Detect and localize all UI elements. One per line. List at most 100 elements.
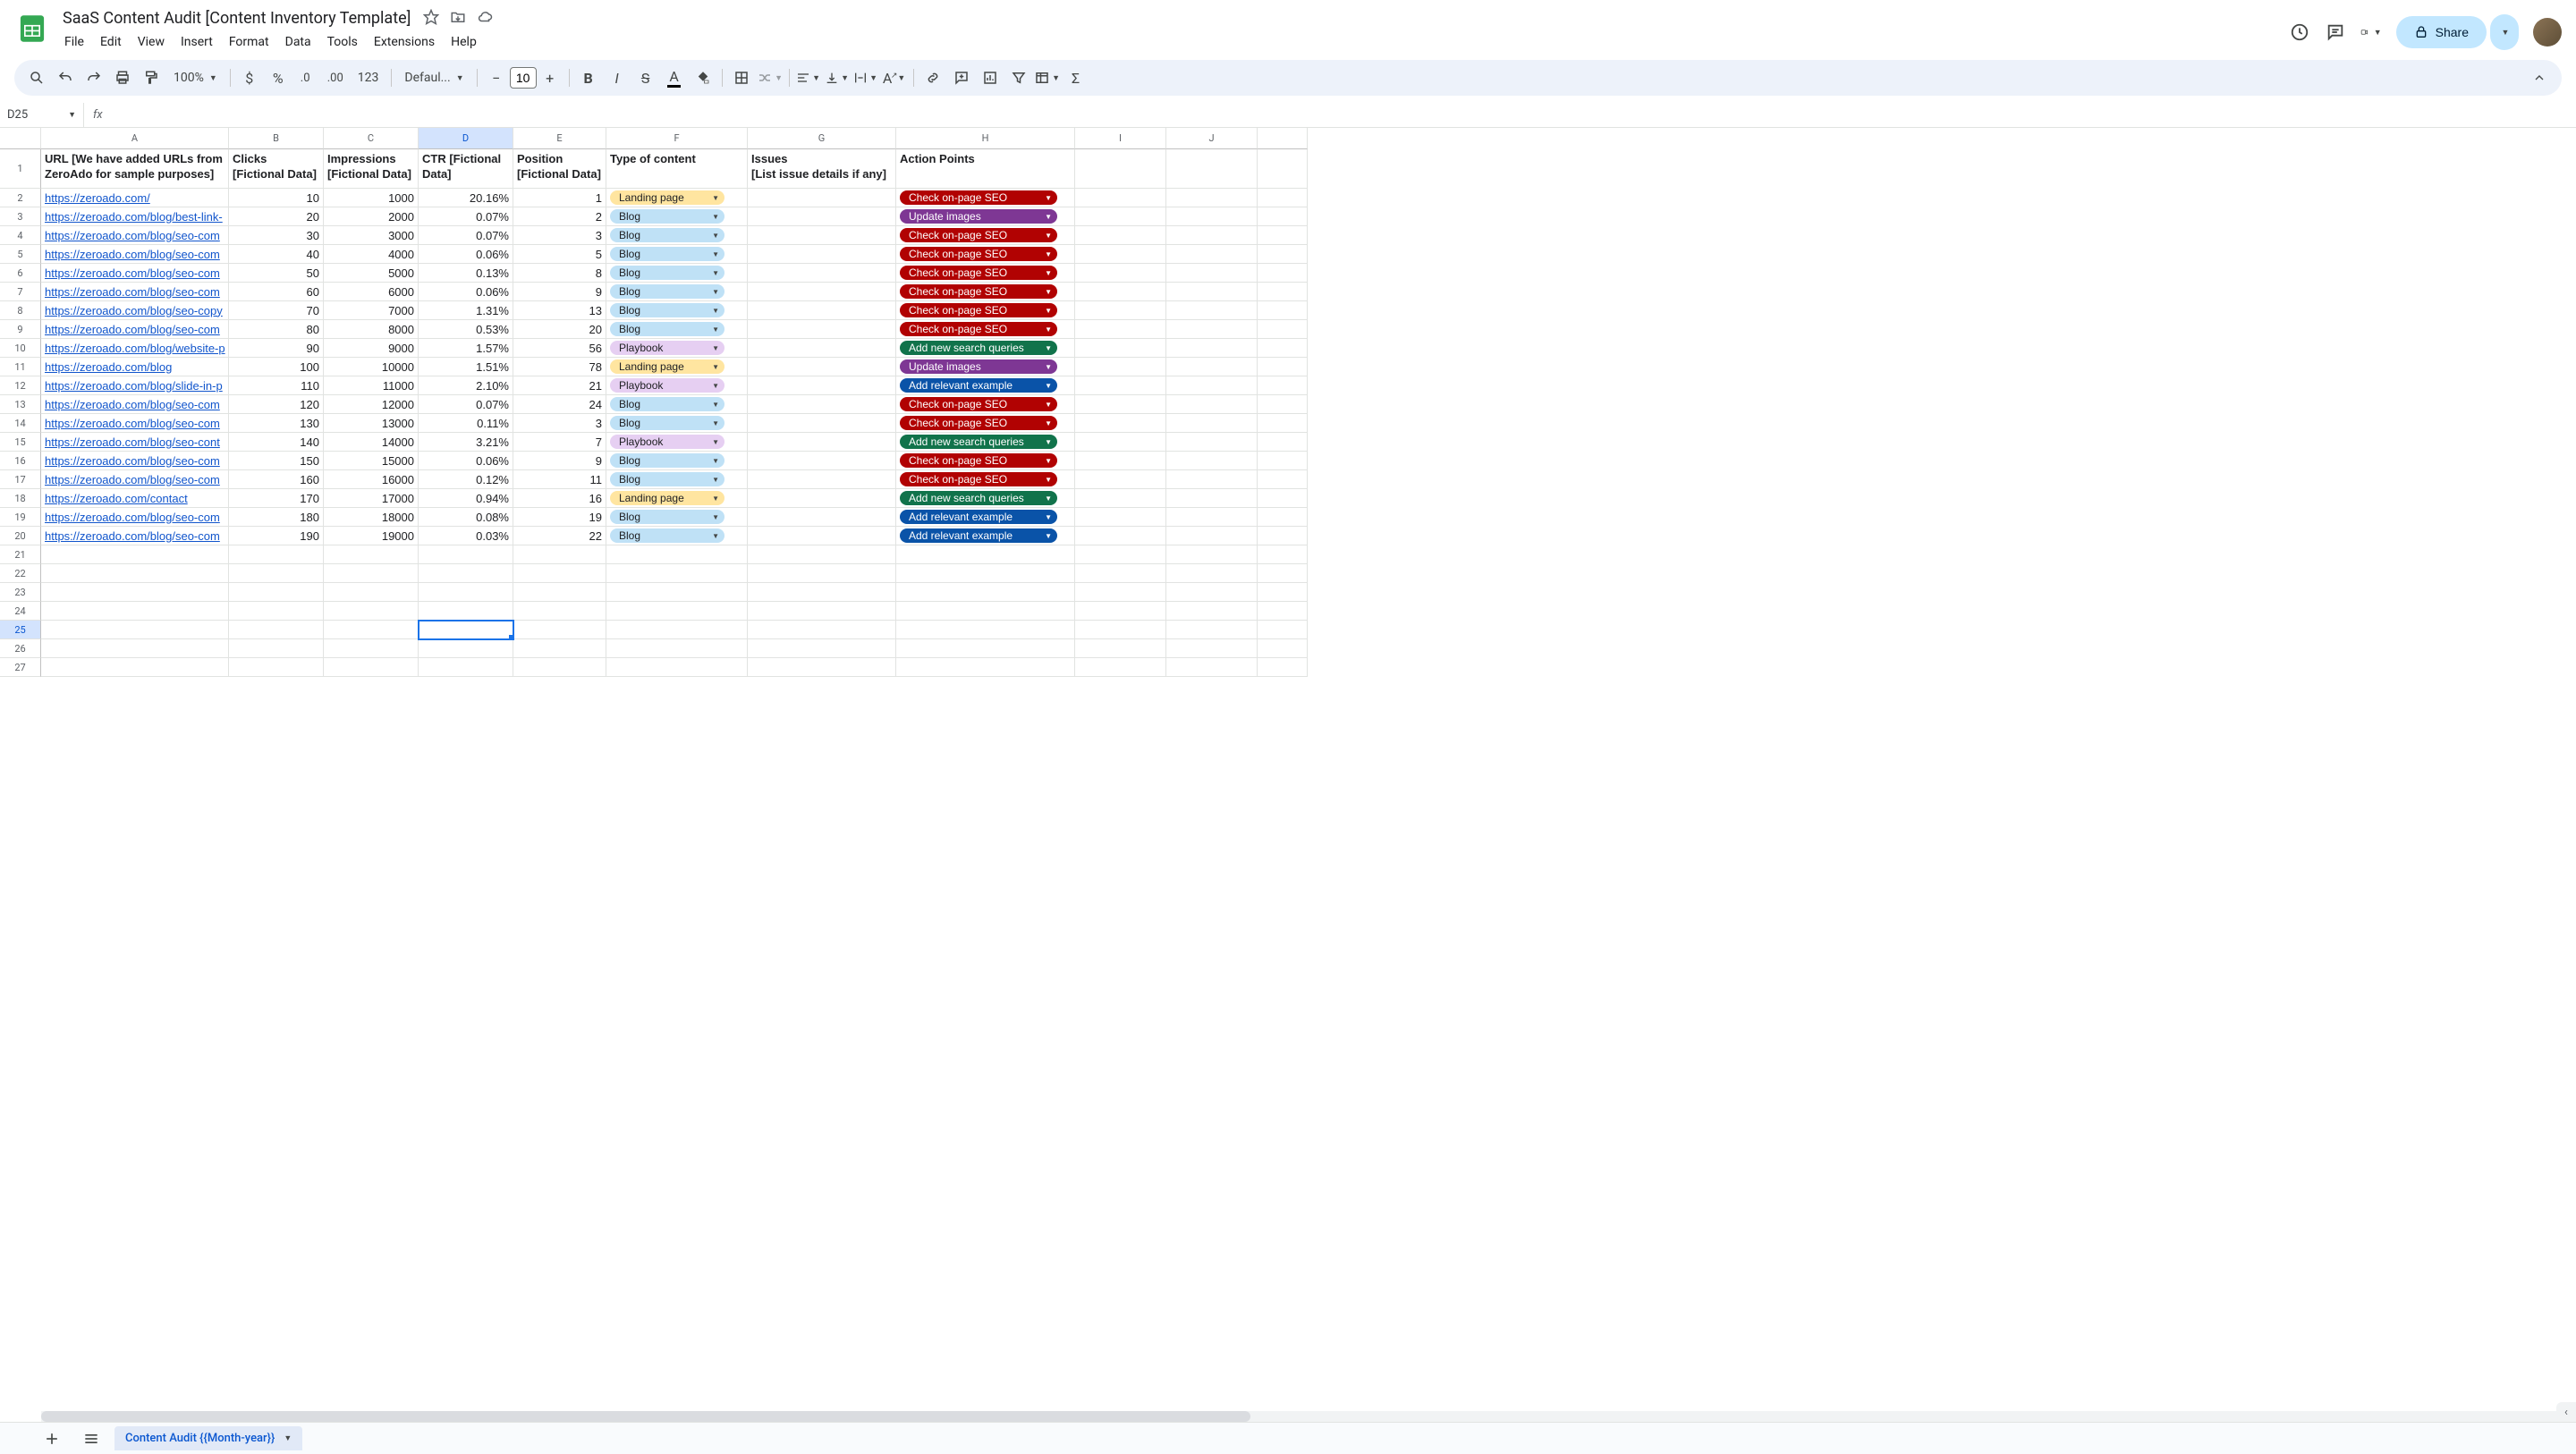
cell[interactable]: [1166, 264, 1258, 283]
cell[interactable]: [1258, 527, 1308, 545]
col-header-I[interactable]: I: [1075, 128, 1166, 149]
cell[interactable]: [1258, 621, 1308, 639]
action-cell[interactable]: Check on-page SEO▼: [896, 320, 1075, 339]
paint-format-icon[interactable]: [138, 64, 165, 91]
cell[interactable]: [41, 658, 229, 677]
issues-cell[interactable]: [748, 508, 896, 527]
cell[interactable]: [513, 564, 606, 583]
url-cell[interactable]: https://zeroado.com/: [41, 189, 229, 207]
cell[interactable]: [748, 583, 896, 602]
cell[interactable]: [1166, 621, 1258, 639]
cell[interactable]: [1258, 639, 1308, 658]
issues-cell[interactable]: [748, 489, 896, 508]
impressions-cell[interactable]: 15000: [324, 452, 419, 470]
cell[interactable]: [41, 639, 229, 658]
insert-comment-icon[interactable]: [948, 64, 975, 91]
impressions-cell[interactable]: 10000: [324, 358, 419, 376]
cell[interactable]: [606, 583, 748, 602]
position-cell[interactable]: 78: [513, 358, 606, 376]
type-cell[interactable]: Blog▼: [606, 320, 748, 339]
action-cell[interactable]: Check on-page SEO▼: [896, 395, 1075, 414]
ctr-cell[interactable]: 1.57%: [419, 339, 513, 358]
cell[interactable]: [1166, 564, 1258, 583]
cell[interactable]: [1166, 489, 1258, 508]
url-cell[interactable]: https://zeroado.com/blog/seo-com: [41, 527, 229, 545]
issues-cell[interactable]: [748, 527, 896, 545]
clicks-cell[interactable]: 30: [229, 226, 324, 245]
cell[interactable]: [419, 564, 513, 583]
row-header[interactable]: 19: [0, 508, 41, 527]
cell[interactable]: [1258, 376, 1308, 395]
cell[interactable]: [1258, 245, 1308, 264]
cell[interactable]: [324, 639, 419, 658]
position-cell[interactable]: 1: [513, 189, 606, 207]
action-chip[interactable]: Add new search queries▼: [900, 491, 1057, 505]
clicks-cell[interactable]: 110: [229, 376, 324, 395]
type-cell[interactable]: Blog▼: [606, 207, 748, 226]
content-type-chip[interactable]: Blog▼: [610, 303, 724, 317]
cell[interactable]: [1075, 376, 1166, 395]
url-cell[interactable]: https://zeroado.com/blog/seo-com: [41, 264, 229, 283]
cell[interactable]: [1075, 545, 1166, 564]
sheet-tab[interactable]: Content Audit {{Month-year}}▼: [114, 1426, 302, 1450]
cell[interactable]: [1075, 527, 1166, 545]
cell[interactable]: [896, 545, 1075, 564]
cell[interactable]: [1258, 545, 1308, 564]
content-type-chip[interactable]: Playbook▼: [610, 435, 724, 449]
type-cell[interactable]: Blog▼: [606, 414, 748, 433]
ctr-cell[interactable]: 0.13%: [419, 264, 513, 283]
impressions-cell[interactable]: 17000: [324, 489, 419, 508]
action-chip[interactable]: Update images▼: [900, 359, 1057, 374]
action-chip[interactable]: Check on-page SEO▼: [900, 190, 1057, 205]
impressions-cell[interactable]: 14000: [324, 433, 419, 452]
issues-cell[interactable]: [748, 264, 896, 283]
col-header-extra[interactable]: [1258, 128, 1308, 149]
all-sheets-icon[interactable]: [75, 1425, 107, 1452]
number-format[interactable]: 123: [351, 71, 386, 85]
col-header-B[interactable]: B: [229, 128, 324, 149]
fill-color-icon[interactable]: [690, 64, 716, 91]
header-cell[interactable]: [1258, 149, 1308, 189]
action-cell[interactable]: Check on-page SEO▼: [896, 414, 1075, 433]
comment-icon[interactable]: [2325, 21, 2346, 43]
impressions-cell[interactable]: 2000: [324, 207, 419, 226]
insert-chart-icon[interactable]: [977, 64, 1004, 91]
cell[interactable]: [1166, 583, 1258, 602]
impressions-cell[interactable]: 19000: [324, 527, 419, 545]
ctr-cell[interactable]: 0.53%: [419, 320, 513, 339]
cell[interactable]: [1258, 320, 1308, 339]
cell[interactable]: [41, 621, 229, 639]
impressions-cell[interactable]: 1000: [324, 189, 419, 207]
clicks-cell[interactable]: 100: [229, 358, 324, 376]
action-cell[interactable]: Check on-page SEO▼: [896, 452, 1075, 470]
row-header[interactable]: 5: [0, 245, 41, 264]
italic-icon[interactable]: I: [604, 64, 631, 91]
sheets-logo[interactable]: [14, 11, 50, 46]
undo-icon[interactable]: [52, 64, 79, 91]
collapse-toolbar-icon[interactable]: [2526, 64, 2553, 91]
ctr-cell[interactable]: 0.03%: [419, 527, 513, 545]
impressions-cell[interactable]: 6000: [324, 283, 419, 301]
search-icon[interactable]: [23, 64, 50, 91]
share-button[interactable]: Share: [2396, 16, 2487, 48]
content-type-chip[interactable]: Blog▼: [610, 284, 724, 299]
position-cell[interactable]: 16: [513, 489, 606, 508]
type-cell[interactable]: Blog▼: [606, 226, 748, 245]
cell[interactable]: [1075, 508, 1166, 527]
action-chip[interactable]: Check on-page SEO▼: [900, 303, 1057, 317]
cell[interactable]: [1258, 658, 1308, 677]
url-cell[interactable]: https://zeroado.com/blog/slide-in-p: [41, 376, 229, 395]
cell[interactable]: [41, 564, 229, 583]
type-cell[interactable]: Blog▼: [606, 527, 748, 545]
url-cell[interactable]: https://zeroado.com/blog/seo-com: [41, 414, 229, 433]
clicks-cell[interactable]: 150: [229, 452, 324, 470]
action-chip[interactable]: Update images▼: [900, 209, 1057, 224]
content-type-chip[interactable]: Blog▼: [610, 510, 724, 524]
select-all-corner[interactable]: [0, 128, 41, 149]
cell[interactable]: [1258, 358, 1308, 376]
position-cell[interactable]: 21: [513, 376, 606, 395]
row-header[interactable]: 24: [0, 602, 41, 621]
action-chip[interactable]: Add new search queries▼: [900, 435, 1057, 449]
content-type-chip[interactable]: Blog▼: [610, 209, 724, 224]
cell[interactable]: [513, 602, 606, 621]
